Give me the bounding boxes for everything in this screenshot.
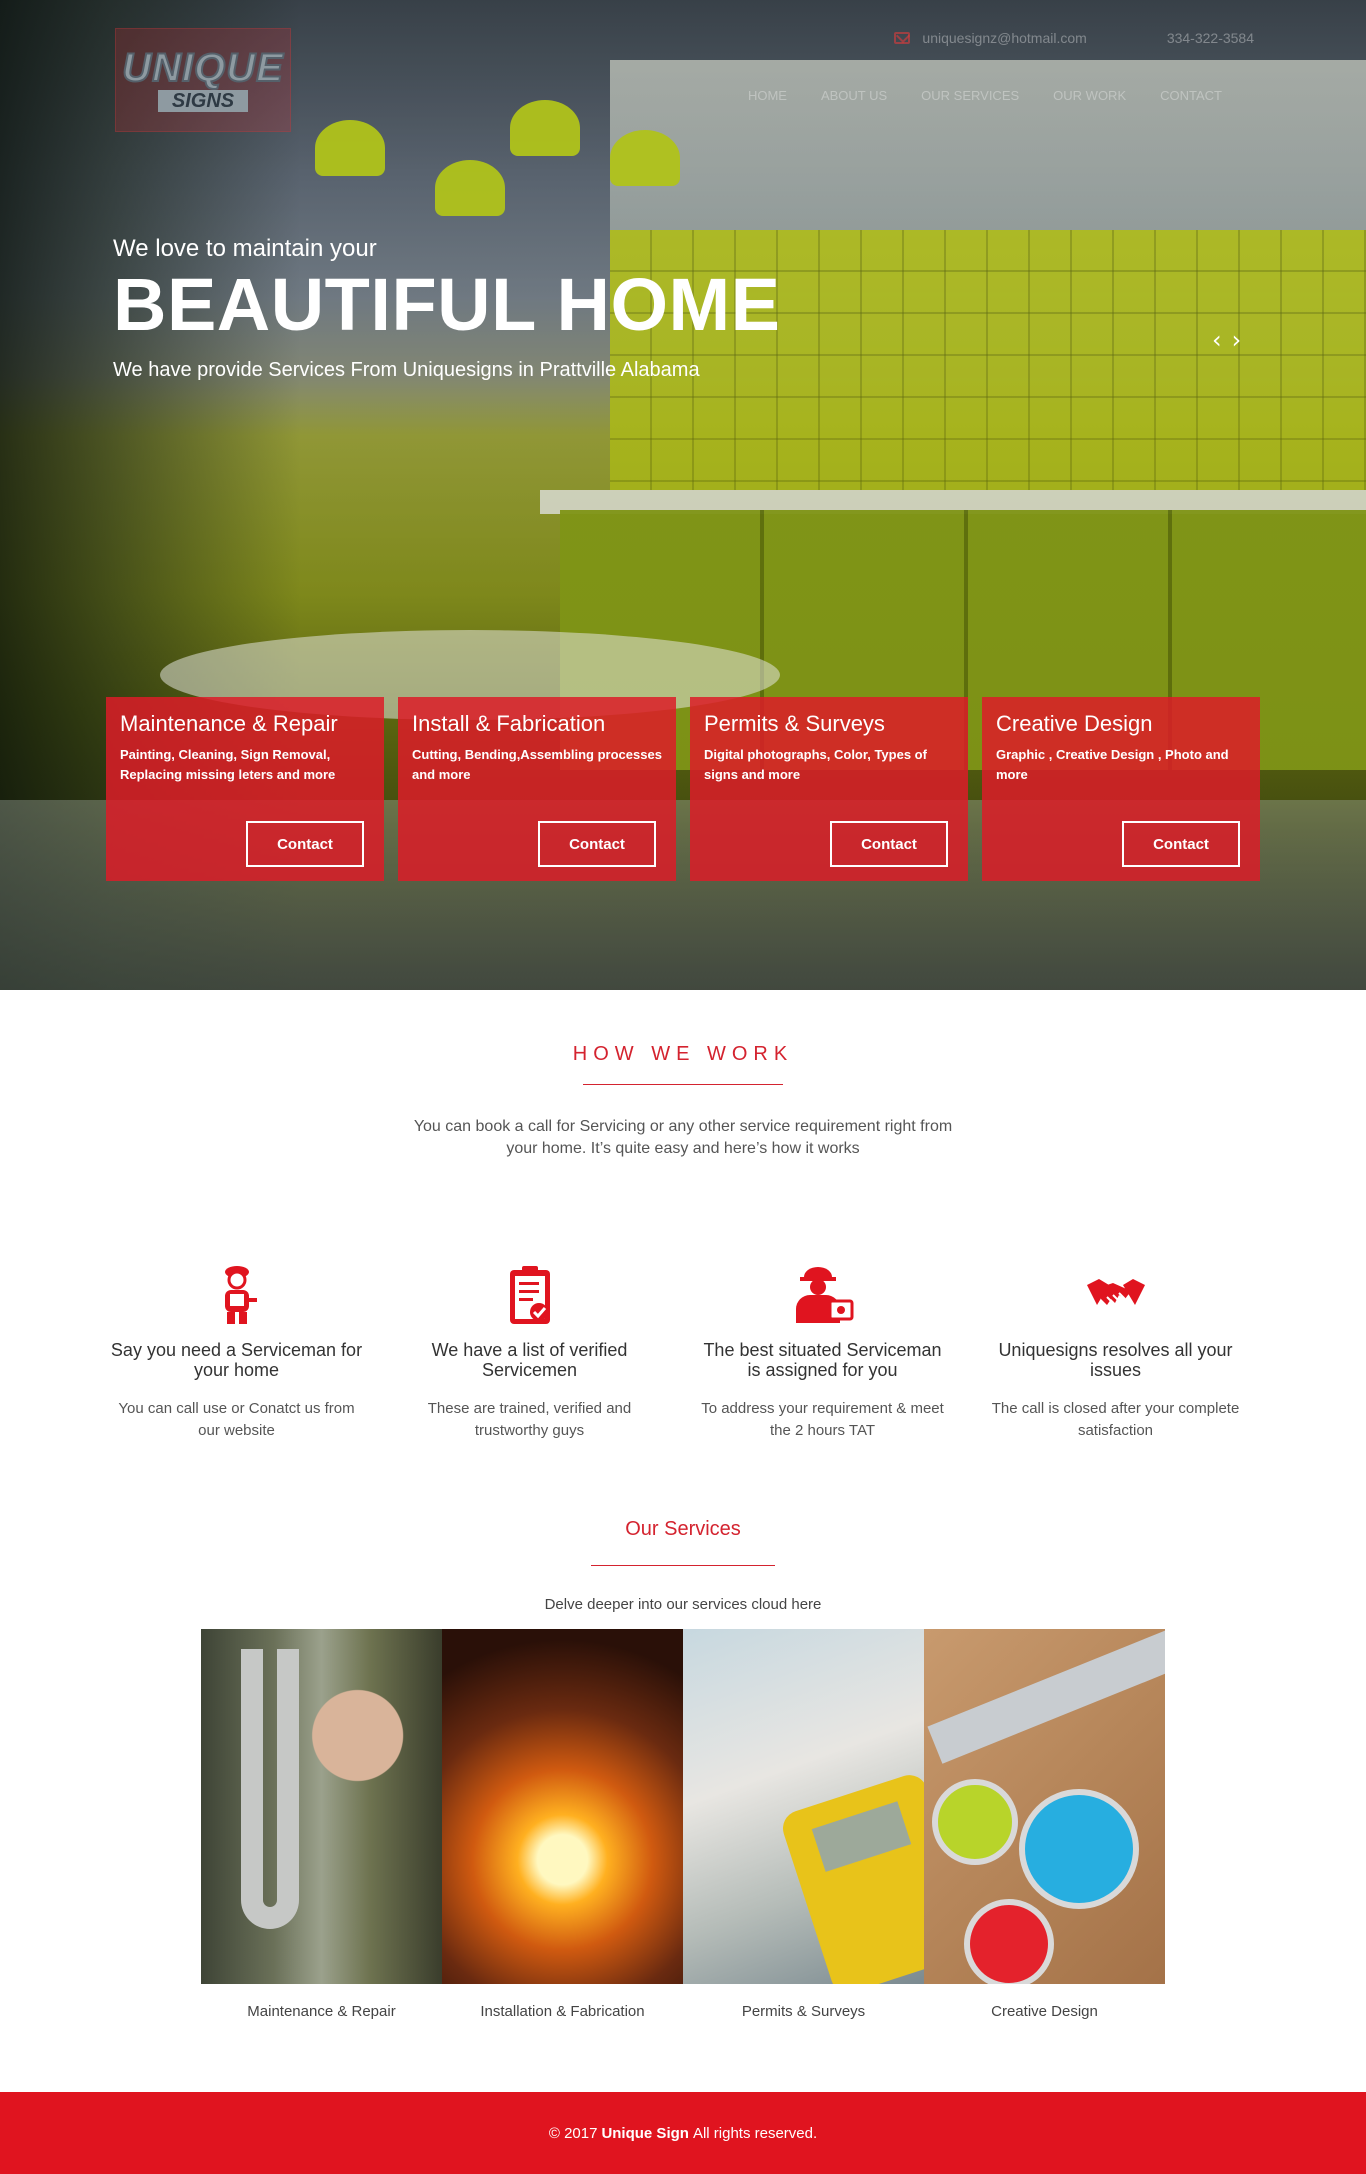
contact-button[interactable]: Contact <box>246 821 364 867</box>
lamp-shade <box>435 160 505 216</box>
footer-rights: All rights reserved. <box>692 2124 818 2142</box>
services-gallery <box>201 1629 1165 1984</box>
step-item: Say you need a Serviceman for your home … <box>110 1262 363 1442</box>
contact-button[interactable]: Contact <box>538 821 656 867</box>
clipboard-icon <box>403 1262 656 1328</box>
service-caption[interactable]: Installation & Fabrication <box>442 2003 683 2020</box>
chevron-left-icon[interactable]: ‹ <box>1212 326 1222 354</box>
logo-wordmark-bottom: SIGNS <box>157 90 249 112</box>
design-image[interactable] <box>924 1629 1165 1984</box>
service-card-install: Install & Fabrication Cutting, Bending,A… <box>398 697 676 881</box>
ruler-graphic <box>927 1629 1165 1764</box>
mail-icon <box>894 32 911 44</box>
service-card-design: Creative Design Graphic , Creative Desig… <box>982 697 1260 881</box>
step-item: Uniquesigns resolves all your issues The… <box>989 1262 1242 1442</box>
step-item: We have a list of verified Servicemen Th… <box>403 1262 656 1442</box>
pipe-graphic <box>241 1649 299 1929</box>
multimeter-graphic <box>778 1770 924 1984</box>
our-services-title: Our Services <box>625 1518 741 1540</box>
slider-controls: ‹ › <box>1212 326 1241 354</box>
service-caption[interactable]: Creative Design <box>924 2003 1165 2020</box>
hero-banner: UNIQUE SIGNS uniquesignz@hotmail.com 334… <box>0 0 1366 990</box>
handshake-icon <box>989 1262 1242 1328</box>
main-nav: HOME ABOUT US OUR SERVICES OUR WORK CONT… <box>748 88 1222 103</box>
nav-our-services[interactable]: OUR SERVICES <box>921 88 1019 103</box>
hero-pre-title: We love to maintain your <box>113 235 377 262</box>
paint-can-graphic <box>964 1899 1054 1984</box>
lamp-shade <box>315 120 385 176</box>
step-item: The best situated Serviceman is assigned… <box>696 1262 949 1442</box>
card-title: Maintenance & Repair <box>120 711 338 736</box>
lamp-shade <box>610 130 680 186</box>
top-contact-bar: uniquesignz@hotmail.com 334-322-3584 <box>894 30 1254 46</box>
worker-icon <box>696 1262 949 1328</box>
hero-text: We love to maintain your BEAUTIFUL HOME … <box>113 235 781 382</box>
card-title: Creative Design <box>996 711 1153 736</box>
fabrication-image[interactable] <box>442 1629 683 1984</box>
nav-about-us[interactable]: ABOUT US <box>821 88 887 103</box>
service-caption[interactable]: Maintenance & Repair <box>201 2003 442 2020</box>
footer-copyright: © 2017 <box>548 2124 598 2142</box>
hero-title: BEAUTIFUL HOME <box>113 263 781 346</box>
nav-our-work[interactable]: OUR WORK <box>1053 88 1126 103</box>
serviceman-icon <box>110 1262 363 1328</box>
our-services-description: Delve deeper into our services cloud her… <box>544 1596 822 1613</box>
service-caption[interactable]: Permits & Surveys <box>683 2003 924 2020</box>
card-description: Painting, Cleaning, Sign Removal, Replac… <box>120 747 336 782</box>
service-card-maintenance: Maintenance & Repair Painting, Cleaning,… <box>106 697 384 881</box>
step-text: The call is closed after your complete s… <box>991 1400 1240 1439</box>
contact-button[interactable]: Contact <box>1122 821 1240 867</box>
step-text: You can call use or Conatct us from our … <box>118 1400 355 1439</box>
permits-image[interactable] <box>683 1629 924 1984</box>
maintenance-image[interactable] <box>201 1629 442 1984</box>
step-title: The best situated Serviceman is assigned… <box>703 1340 942 1380</box>
title-divider <box>583 1084 783 1085</box>
title-divider <box>591 1565 775 1566</box>
nav-contact[interactable]: CONTACT <box>1160 88 1222 103</box>
services-captions: Maintenance & Repair Installation & Fabr… <box>201 2003 1165 2020</box>
footer-brand[interactable]: Unique Sign <box>601 2125 689 2142</box>
contact-phone[interactable]: 334-322-3584 <box>1167 30 1254 46</box>
card-description: Graphic , Creative Design , Photo and mo… <box>996 747 1229 782</box>
card-description: Cutting, Bending,Assembling processes an… <box>412 747 662 782</box>
contact-button[interactable]: Contact <box>830 821 948 867</box>
step-title: Say you need a Serviceman for your home <box>110 1340 363 1380</box>
how-we-work-steps: Say you need a Serviceman for your home … <box>110 1262 1242 1442</box>
service-card-permits: Permits & Surveys Digital photographs, C… <box>690 697 968 881</box>
site-logo[interactable]: UNIQUE SIGNS <box>115 28 291 132</box>
card-title: Install & Fabrication <box>412 711 606 736</box>
how-we-work-description: You can book a call for Servicing or any… <box>413 1118 953 1157</box>
how-we-work-title: HOW WE WORK <box>572 1043 794 1065</box>
contact-email[interactable]: uniquesignz@hotmail.com <box>894 30 1087 46</box>
step-title: We have a list of verified Servicemen <box>431 1340 628 1380</box>
hero-service-cards: Maintenance & Repair Painting, Cleaning,… <box>106 697 1260 881</box>
paint-can-graphic <box>932 1779 1018 1865</box>
chevron-right-icon[interactable]: › <box>1232 326 1242 354</box>
lamp-shade <box>510 100 580 156</box>
card-description: Digital photographs, Color, Types of sig… <box>704 747 927 782</box>
contact-email-text: uniquesignz@hotmail.com <box>922 30 1087 46</box>
step-text: To address your requirement & meet the 2… <box>701 1400 944 1439</box>
step-text: These are trained, verified and trustwor… <box>427 1400 632 1439</box>
footer: © 2017 Unique Sign All rights reserved. <box>0 2092 1366 2174</box>
card-title: Permits & Surveys <box>704 711 885 736</box>
paint-can-graphic <box>1019 1789 1139 1909</box>
hero-subtitle: We have provide Services From Uniquesign… <box>113 359 700 381</box>
nav-home[interactable]: HOME <box>748 88 787 103</box>
step-title: Uniquesigns resolves all your issues <box>998 1340 1233 1380</box>
hero-bg-cabinets <box>610 60 1366 230</box>
logo-wordmark-top: UNIQUE <box>121 46 284 90</box>
